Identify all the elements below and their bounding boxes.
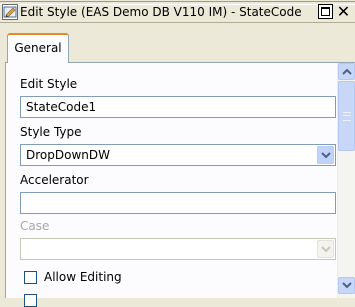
edit-style-label: Edit Style xyxy=(20,77,78,91)
vertical-scrollbar[interactable] xyxy=(337,63,355,298)
title-bar[interactable]: Edit Style (EAS Demo DB V110 IM) - State… xyxy=(0,0,355,23)
scroll-up-arrow-icon[interactable] xyxy=(338,63,355,80)
style-type-dropdown[interactable]: DropDownDW xyxy=(20,144,336,166)
chevron-down-icon xyxy=(317,240,334,258)
thumb-grip xyxy=(343,112,351,121)
chevron-down-icon[interactable] xyxy=(317,146,334,164)
edit-style-icon[interactable] xyxy=(2,4,18,20)
maximize-icon[interactable] xyxy=(318,4,333,19)
next-option-checkbox[interactable] xyxy=(24,294,37,307)
scroll-down-arrow-icon[interactable] xyxy=(338,277,355,294)
style-type-value: DropDownDW xyxy=(26,148,110,162)
allow-editing-label[interactable]: Allow Editing xyxy=(44,270,122,284)
allow-editing-checkbox[interactable] xyxy=(24,271,37,284)
accelerator-input[interactable] xyxy=(20,192,336,214)
accelerator-label: Accelerator xyxy=(20,173,89,187)
scrollbar-thumb[interactable] xyxy=(338,81,355,151)
tab-general[interactable]: General xyxy=(7,33,69,63)
edit-style-input[interactable]: StateCode1 xyxy=(20,96,336,118)
case-dropdown xyxy=(20,238,336,260)
style-type-label: Style Type xyxy=(20,125,82,139)
window-title: Edit Style (EAS Demo DB V110 IM) - State… xyxy=(20,5,302,19)
general-panel: Edit Style StateCode1 Style Type DropDow… xyxy=(5,62,355,307)
case-label: Case xyxy=(20,219,50,233)
close-icon[interactable]: ✕ xyxy=(336,4,351,20)
